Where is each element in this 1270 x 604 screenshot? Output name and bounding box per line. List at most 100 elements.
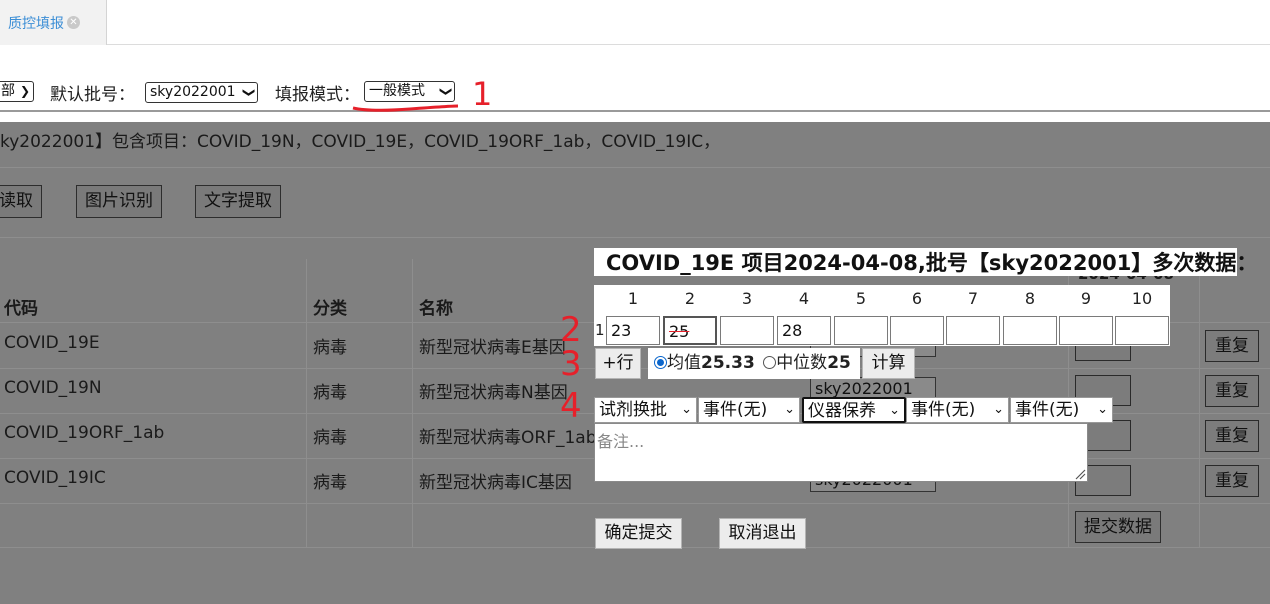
cancel-exit-button[interactable]: 取消退出 (719, 518, 806, 549)
annotation-1: 1 (472, 75, 493, 113)
value-input-8[interactable] (1003, 316, 1057, 345)
row-code: COVID_19N (4, 378, 102, 398)
row-category: 病毒 (313, 473, 347, 493)
mode-select[interactable]: 一般模式 ❯ (364, 81, 455, 102)
value-input-5[interactable] (834, 316, 888, 345)
batch-label: 默认批号： (50, 85, 135, 105)
annotation-4: 4 (560, 386, 582, 426)
redo-button[interactable]: 重复 (1205, 420, 1259, 452)
event-value: 事件(无) (911, 400, 976, 420)
column-number: 5 (855, 289, 867, 308)
row-name: 新型冠状病毒E基因 (419, 338, 566, 358)
header-code: 代码 (4, 299, 38, 319)
measurement-grid: 1 2 3 4 5 6 7 8 9 10 1 23 25 28 (594, 285, 1170, 346)
row-name: 新型冠状病毒IC基因 (419, 473, 572, 493)
row-name: 新型冠状病毒ORF_1ab (419, 428, 597, 448)
event-value: 仪器保养 (808, 401, 876, 421)
batch-select-value: sky2022001 (150, 84, 236, 100)
mean-radio[interactable] (654, 356, 667, 369)
event-select-1[interactable]: 试剂换批 ⌄ (594, 397, 697, 423)
chevron-down-icon: ⌄ (889, 403, 900, 418)
event-select-3[interactable]: 仪器保养 ⌄ (802, 397, 906, 423)
remark-placeholder: 备注... (597, 432, 645, 451)
event-value: 事件(无) (703, 400, 768, 420)
column-number: 7 (967, 289, 979, 308)
tab-label: 质控填报 (8, 15, 64, 32)
event-select-5[interactable]: 事件(无) ⌄ (1010, 397, 1113, 423)
row-divider (0, 503, 1270, 504)
column-number: 9 (1080, 289, 1092, 308)
value-input-4[interactable]: 28 (777, 316, 831, 345)
annotation-3: 3 (560, 344, 582, 384)
remark-textarea[interactable]: 备注... (594, 423, 1088, 482)
column-number: 1 (627, 289, 639, 308)
row-category: 病毒 (313, 338, 347, 358)
header-category: 分类 (313, 299, 347, 319)
chevron-down-icon: ⌄ (993, 402, 1004, 417)
info-row: ky2022001】包含项目：COVID_19N，COVID_19E，COVID… (0, 122, 1270, 168)
chevron-down-icon: ❯ (19, 84, 30, 98)
median-radio[interactable] (763, 356, 777, 369)
column-number: 3 (741, 289, 753, 308)
action-row: 读取 图片识别 文字提取 (0, 168, 1270, 238)
row-name: 新型冠状病毒N基因 (419, 383, 568, 403)
row-code: COVID_19ORF_1ab (4, 423, 165, 443)
department-select-value: 部 (1, 83, 15, 99)
text-extract-button[interactable]: 文字提取 (195, 185, 281, 218)
row-category: 病毒 (313, 428, 347, 448)
event-select-4[interactable]: 事件(无) ⌄ (906, 397, 1009, 423)
add-row-button[interactable]: +行 (595, 348, 641, 379)
submit-data-button[interactable]: 提交数据 (1075, 511, 1161, 543)
column-number: 4 (798, 289, 810, 308)
stat-mode-group: 均值25.33 中位数25 (648, 348, 860, 379)
row-code: COVID_19E (4, 333, 100, 353)
chevron-down-icon: ⌄ (681, 402, 692, 417)
popup-title: COVID_19E 项目2024-04-08,批号【sky2022001】多次数… (594, 248, 1257, 276)
event-select-2[interactable]: 事件(无) ⌄ (698, 397, 800, 423)
chevron-down-icon: ❯ (439, 86, 454, 97)
image-recognize-button[interactable]: 图片识别 (76, 185, 162, 218)
median-value: 25 (827, 353, 851, 373)
mode-label: 填报模式： (275, 85, 360, 105)
value-input-7[interactable] (946, 316, 1000, 345)
column-number: 8 (1024, 289, 1036, 308)
close-icon[interactable]: ✕ (67, 16, 80, 29)
chevron-down-icon: ❯ (242, 87, 257, 98)
department-select[interactable]: 部 ❯ (0, 81, 34, 102)
event-value: 事件(无) (1015, 400, 1080, 420)
tab-bar: 质控填报 ✕ (0, 0, 1270, 45)
row-batch-value: sky2022001 (815, 379, 913, 398)
value-input-6[interactable] (890, 316, 944, 345)
column-number: 10 (1131, 289, 1153, 308)
mode-select-value: 一般模式 (369, 83, 425, 99)
header-name: 名称 (419, 299, 453, 319)
confirm-submit-button[interactable]: 确定提交 (595, 518, 682, 549)
underline-annotation (352, 104, 459, 112)
mean-label: 均值 (667, 353, 701, 373)
event-value: 试剂换批 (599, 400, 667, 420)
read-button[interactable]: 读取 (0, 185, 42, 218)
value-input-9[interactable] (1059, 316, 1113, 345)
value-input-1[interactable]: 23 (606, 316, 660, 345)
filter-row: 部 ❯ 默认批号： sky2022001 ❯ 填报模式： 一般模式 ❯ 1 (0, 45, 1270, 113)
redo-button[interactable]: 重复 (1205, 330, 1259, 362)
tab-qc-report[interactable]: 质控填报 ✕ (0, 0, 107, 45)
value-input-2[interactable]: 25 (663, 316, 717, 345)
row-number: 1 (595, 321, 605, 339)
row-category: 病毒 (313, 383, 347, 403)
value-input-2-text: 25 (669, 322, 690, 341)
row-code: COVID_19IC (4, 468, 106, 488)
calculate-button[interactable]: 计算 (862, 348, 915, 379)
redo-button[interactable]: 重复 (1205, 465, 1259, 497)
column-number: 6 (911, 289, 923, 308)
value-input-10[interactable] (1115, 316, 1169, 345)
median-label: 中位数 (776, 353, 828, 373)
chevron-down-icon: ⌄ (1097, 402, 1108, 417)
chevron-down-icon: ⌄ (784, 402, 795, 417)
project-info: ky2022001】包含项目：COVID_19N，COVID_19E，COVID… (0, 132, 721, 152)
redo-button[interactable]: 重复 (1205, 375, 1259, 407)
resize-handle-icon[interactable] (1074, 468, 1086, 480)
mean-value: 25.33 (701, 353, 755, 373)
value-input-3[interactable] (720, 316, 774, 345)
batch-select[interactable]: sky2022001 ❯ (145, 82, 258, 103)
